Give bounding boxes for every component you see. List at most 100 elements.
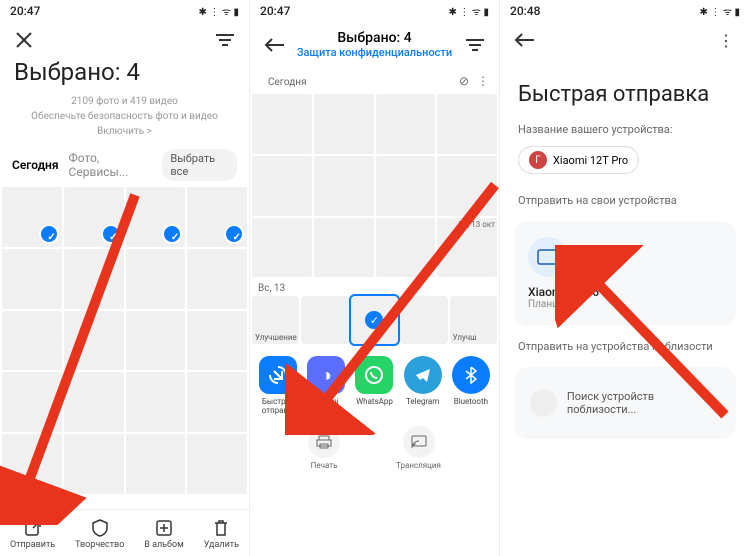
thumbnail[interactable] bbox=[187, 311, 247, 371]
thumbnail[interactable] bbox=[126, 249, 186, 309]
strip-thumbnail[interactable]: Улучшение bbox=[252, 296, 299, 344]
thumbnail[interactable] bbox=[437, 156, 497, 216]
more-icon[interactable]: ⋮ bbox=[714, 28, 738, 52]
avatar-icon: Г bbox=[529, 151, 547, 169]
back-icon[interactable] bbox=[262, 33, 286, 57]
thumbnail[interactable] bbox=[314, 156, 374, 216]
thumbnail[interactable] bbox=[2, 372, 62, 432]
photo-grid bbox=[0, 187, 249, 494]
more-icon[interactable]: ⋮ bbox=[477, 74, 489, 88]
bluetooth-button[interactable]: Bluetooth bbox=[448, 356, 494, 416]
thumbnail[interactable] bbox=[376, 156, 436, 216]
creativity-button[interactable]: Творчество bbox=[75, 518, 124, 550]
trash-icon bbox=[211, 518, 231, 538]
bottom-toolbar: Отправить Творчество В альбом Удалить bbox=[0, 509, 249, 556]
thumbnail[interactable] bbox=[126, 187, 186, 247]
send-button[interactable]: Отправить bbox=[10, 518, 55, 550]
thumbnail[interactable] bbox=[2, 187, 62, 247]
thumbnail[interactable] bbox=[126, 434, 186, 494]
thumbnail[interactable] bbox=[187, 434, 247, 494]
thumbnail[interactable] bbox=[126, 311, 186, 371]
thumbnail[interactable] bbox=[64, 434, 124, 494]
thumbnail[interactable] bbox=[187, 372, 247, 432]
thumbnail[interactable] bbox=[126, 372, 186, 432]
check-icon[interactable]: ⊘ bbox=[459, 74, 469, 88]
enhance-chip: Улучш bbox=[453, 333, 477, 342]
cast-icon bbox=[403, 426, 435, 458]
filter-icon[interactable] bbox=[463, 33, 487, 57]
print-button[interactable]: Печать bbox=[308, 426, 340, 470]
shield-icon bbox=[90, 518, 110, 538]
thumbnail[interactable] bbox=[376, 218, 436, 278]
whatsapp-label: WhatsApp bbox=[356, 398, 393, 407]
own-devices-label: Отправить на свои устройства bbox=[500, 188, 750, 213]
strip-thumbnail[interactable] bbox=[400, 296, 447, 344]
xiaomi-share-button[interactable]: ◑ Xiaomi Share bbox=[303, 356, 349, 416]
cast-button[interactable]: Трансляция bbox=[396, 426, 441, 470]
thumbnail[interactable] bbox=[2, 249, 62, 309]
searching-row: Поиск устройств поблизости... bbox=[528, 383, 722, 423]
nearby-share-panel: 20:48 ✱ ⋮ ᯤ ▮ ⋮ Быстрая отправка Названи… bbox=[500, 0, 750, 556]
topbar: ⋮ bbox=[500, 22, 750, 58]
thumbnail[interactable] bbox=[252, 156, 312, 216]
whatsapp-icon bbox=[355, 356, 393, 394]
to-album-button[interactable]: В альбом bbox=[144, 518, 184, 550]
telegram-label: Telegram bbox=[406, 398, 439, 407]
status-icons: ✱ ⋮ ᯤ ▮ bbox=[199, 4, 239, 18]
media-stats: 2109 фото и 419 видео bbox=[0, 94, 249, 109]
strip-thumbnail-selected[interactable]: ✓ bbox=[351, 296, 398, 344]
strip-thumbnail[interactable]: Улучш bbox=[450, 296, 497, 344]
date-label: Вс, 13 окт bbox=[437, 218, 497, 278]
add-album-icon bbox=[154, 518, 174, 538]
device-name-chip[interactable]: Г Xiaomi 12T Pro bbox=[518, 146, 639, 174]
thumbnail[interactable] bbox=[252, 94, 312, 154]
thumbnail[interactable] bbox=[64, 311, 124, 371]
status-bar: 20:48 ✱ ⋮ ᯤ ▮ bbox=[500, 0, 750, 22]
creativity-label: Творчество bbox=[75, 540, 124, 550]
thumbnail[interactable] bbox=[187, 249, 247, 309]
bluetooth-icon bbox=[452, 356, 490, 394]
select-all-button[interactable]: Выбрать все bbox=[162, 149, 237, 181]
thumbnail[interactable] bbox=[64, 249, 124, 309]
thumbnail[interactable] bbox=[187, 187, 247, 247]
share-targets-row: Быстрая отправ... ◑ Xiaomi Share WhatsAp… bbox=[250, 344, 499, 422]
own-devices-card: Xiaomi Pad 6 Планшет bbox=[514, 221, 736, 326]
delete-button[interactable]: Удалить bbox=[204, 518, 239, 550]
tab-photos[interactable]: Фото, Сервисы... bbox=[69, 151, 153, 179]
clock: 20:47 bbox=[260, 4, 290, 18]
thumbnail[interactable] bbox=[314, 94, 374, 154]
page-title: Быстрая отправка bbox=[500, 58, 750, 117]
thumbnail[interactable] bbox=[64, 372, 124, 432]
thumbnail[interactable] bbox=[2, 311, 62, 371]
back-icon[interactable] bbox=[512, 28, 536, 52]
target-name: Xiaomi Pad 6 bbox=[528, 285, 722, 299]
thumbnail[interactable] bbox=[252, 218, 312, 278]
send-label: Отправить bbox=[10, 540, 55, 550]
selection-count: Выбрано: 4 bbox=[297, 30, 452, 46]
thumbnail[interactable] bbox=[437, 94, 497, 154]
cast-label: Трансляция bbox=[396, 461, 441, 470]
security-hint[interactable]: Обеспечьте безопасность фото и видео Вкл… bbox=[0, 109, 249, 139]
status-icons: ✱ ⋮ ᯤ ▮ bbox=[449, 4, 489, 18]
privacy-link[interactable]: Защита конфиденциальности bbox=[297, 46, 452, 59]
nearby-share-button[interactable]: Быстрая отправ... bbox=[255, 356, 301, 416]
gallery-selection-panel: 20:47 ✱ ⋮ ᯤ ▮ Выбрано: 4 2109 фото и 419… bbox=[0, 0, 250, 556]
status-icons: ✱ ⋮ ᯤ ▮ bbox=[700, 4, 740, 18]
whatsapp-button[interactable]: WhatsApp bbox=[351, 356, 397, 416]
telegram-button[interactable]: Telegram bbox=[400, 356, 446, 416]
thumbnail[interactable] bbox=[2, 434, 62, 494]
target-device[interactable]: Xiaomi Pad 6 Планшет bbox=[528, 237, 722, 310]
thumbnail[interactable] bbox=[314, 218, 374, 278]
status-bar: 20:47 ✱ ⋮ ᯤ ▮ bbox=[0, 0, 249, 22]
share-icon bbox=[23, 518, 43, 538]
strip-thumbnail[interactable] bbox=[301, 296, 348, 344]
thumbnail[interactable] bbox=[64, 187, 124, 247]
thumbnail[interactable] bbox=[376, 94, 436, 154]
xiaomi-share-icon: ◑ bbox=[307, 356, 345, 394]
nearby-share-icon bbox=[259, 356, 297, 394]
close-icon[interactable] bbox=[12, 28, 36, 52]
device-name-value: Xiaomi 12T Pro bbox=[553, 154, 628, 167]
nearby-devices-card: Поиск устройств поблизости... bbox=[514, 367, 736, 439]
tab-today[interactable]: Сегодня bbox=[12, 158, 59, 172]
filter-icon[interactable] bbox=[213, 28, 237, 52]
